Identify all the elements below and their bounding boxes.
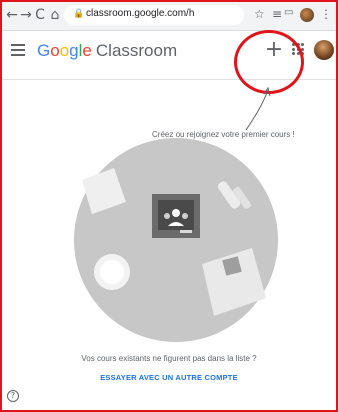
courses-not-listed-text: Vos cours existants ne figurent pas dans…: [81, 354, 257, 363]
logo-letter: g: [69, 41, 79, 60]
hamburger-icon[interactable]: [11, 44, 25, 58]
cup-icon: [94, 254, 130, 290]
product-name: Classroom: [95, 41, 178, 60]
menu-kebab-icon[interactable]: ⋮: [320, 7, 332, 21]
google-classroom-logo[interactable]: Google Classroom: [37, 41, 177, 61]
tab-search-icon[interactable]: ▭: [284, 7, 293, 18]
help-icon[interactable]: ?: [7, 390, 19, 402]
screenshot-frame: ← → C ⌂ 🔒 classroom.google.com/h ☆ ≡ ▭ ⋮…: [0, 0, 338, 412]
star-icon[interactable]: ☆: [254, 7, 265, 21]
annotation-arrow: [245, 86, 271, 131]
illustration-objects: [82, 168, 266, 316]
lock-icon: 🔒: [73, 9, 85, 19]
user-avatar[interactable]: [314, 40, 334, 60]
try-other-account-link[interactable]: ESSAYER AVEC UN AUTRE COMPTE: [2, 373, 336, 382]
scroll-icon: [217, 181, 251, 209]
extension-avatar-icon[interactable]: [300, 8, 314, 22]
url-text: classroom.google.com/h: [86, 8, 195, 19]
classroom-board-icon: [152, 194, 200, 238]
browser-toolbar: ← → C ⌂ 🔒 classroom.google.com/h ☆ ≡ ▭ ⋮: [2, 2, 336, 31]
logo-letter: o: [59, 41, 70, 60]
reading-list-icon[interactable]: ≡: [272, 7, 282, 21]
reload-icon[interactable]: C: [32, 6, 48, 24]
logo-letter: G: [37, 41, 51, 60]
home-icon[interactable]: ⌂: [47, 6, 63, 24]
logo-letter: o: [50, 41, 60, 60]
paper-icon: [82, 168, 126, 214]
logo-letter: e: [82, 41, 92, 60]
folder-icon: [202, 248, 266, 316]
address-bar[interactable]: 🔒 classroom.google.com/h: [64, 5, 244, 25]
